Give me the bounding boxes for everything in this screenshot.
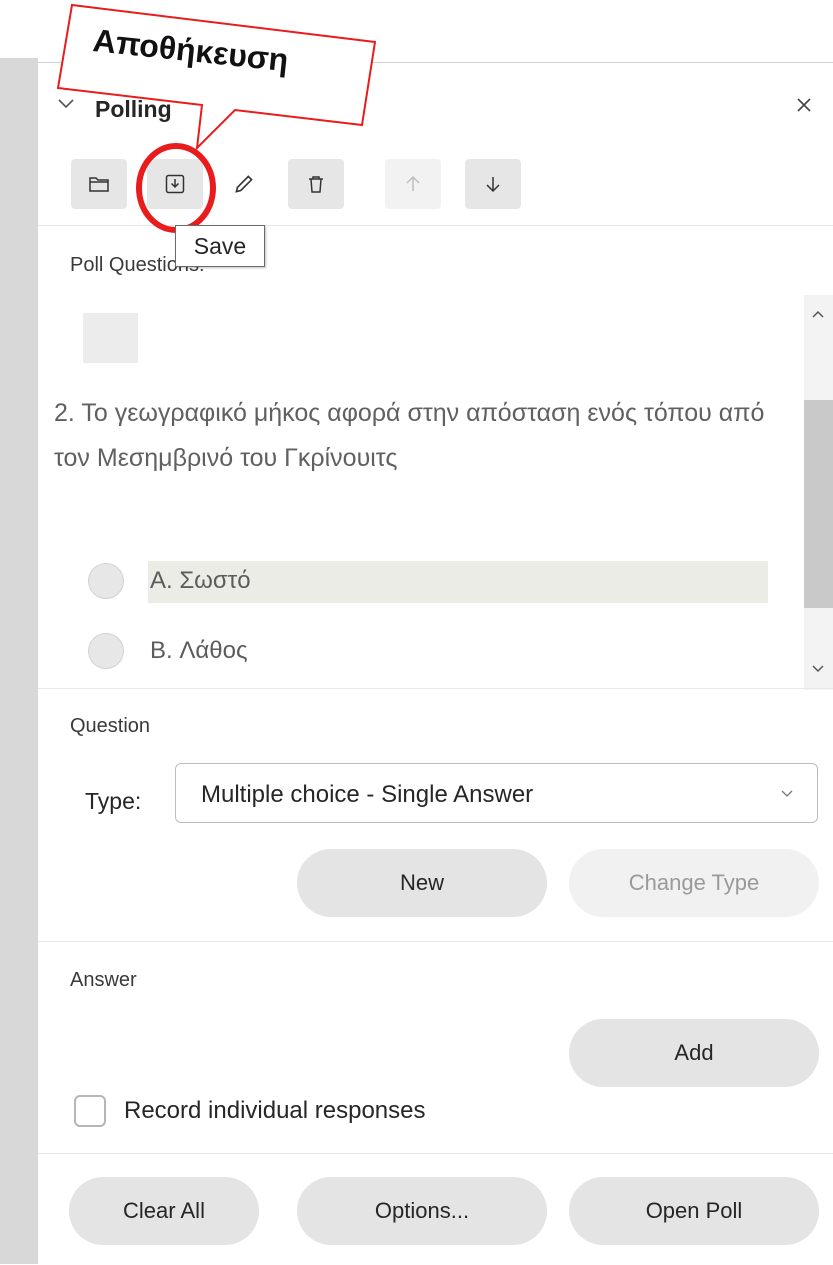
arrow-down-icon (486, 177, 500, 193)
type-label: Type: (85, 788, 142, 814)
answer-option-a[interactable]: A. Σωστό (88, 561, 788, 603)
question-placeholder-box (83, 313, 138, 363)
vertical-scrollbar[interactable] (804, 295, 833, 690)
left-sidebar-strip (0, 58, 38, 1264)
divider (38, 225, 833, 226)
option-label: B. Λάθος (150, 637, 248, 664)
open-button[interactable] (71, 159, 127, 209)
move-down-button[interactable] (465, 159, 521, 209)
options-button[interactable]: Options... (297, 1177, 547, 1245)
panel-title: Polling (95, 96, 172, 122)
trash-icon (309, 176, 323, 193)
answer-option-b[interactable]: B. Λάθος (88, 631, 788, 673)
option-label: A. Σωστό (150, 567, 251, 594)
delete-button[interactable] (288, 159, 344, 209)
divider (38, 1153, 833, 1154)
folder-icon (89, 177, 109, 192)
scrollbar-thumb[interactable] (804, 400, 833, 608)
save-tooltip: Save (175, 225, 265, 267)
arrow-up-icon (406, 175, 420, 191)
question-section-label: Question (70, 715, 151, 737)
add-answer-button[interactable]: Add (569, 1019, 819, 1087)
change-type-button[interactable]: Change Type (569, 849, 819, 917)
radio-button[interactable] (88, 633, 124, 669)
panel-header: Polling (38, 63, 833, 155)
edit-button[interactable] (216, 159, 272, 209)
save-button[interactable] (147, 159, 203, 209)
radio-button[interactable] (88, 563, 124, 599)
answer-section-label: Answer (70, 969, 137, 991)
chevron-down-icon (781, 790, 793, 797)
record-responses-checkbox[interactable] (74, 1095, 106, 1127)
type-select-value: Multiple choice - Single Answer (201, 781, 534, 808)
save-icon (165, 174, 185, 194)
clear-all-button[interactable]: Clear All (69, 1177, 259, 1245)
chevron-down-icon[interactable] (54, 91, 78, 115)
close-icon[interactable] (792, 93, 816, 117)
question-text: 2. Το γεωγραφικό μήκος αφορά στην απόστα… (54, 399, 765, 472)
scroll-down-icon[interactable] (810, 660, 826, 676)
scroll-up-icon[interactable] (810, 307, 826, 323)
open-poll-button[interactable]: Open Poll (569, 1177, 819, 1245)
poll-questions-list[interactable]: 2. Το γεωγραφικό μήκος αφορά στην απόστα… (38, 295, 833, 690)
record-responses-label: Record individual responses (124, 1097, 426, 1124)
divider (38, 688, 833, 689)
new-question-button[interactable]: New (297, 849, 547, 917)
pencil-icon (235, 175, 253, 193)
divider (38, 941, 833, 942)
move-up-button[interactable] (385, 159, 441, 209)
polling-panel: Polling Poll Questions: 2. Το γεωγραφικό… (38, 62, 833, 1265)
question-type-select[interactable]: Multiple choice - Single Answer (175, 763, 818, 823)
